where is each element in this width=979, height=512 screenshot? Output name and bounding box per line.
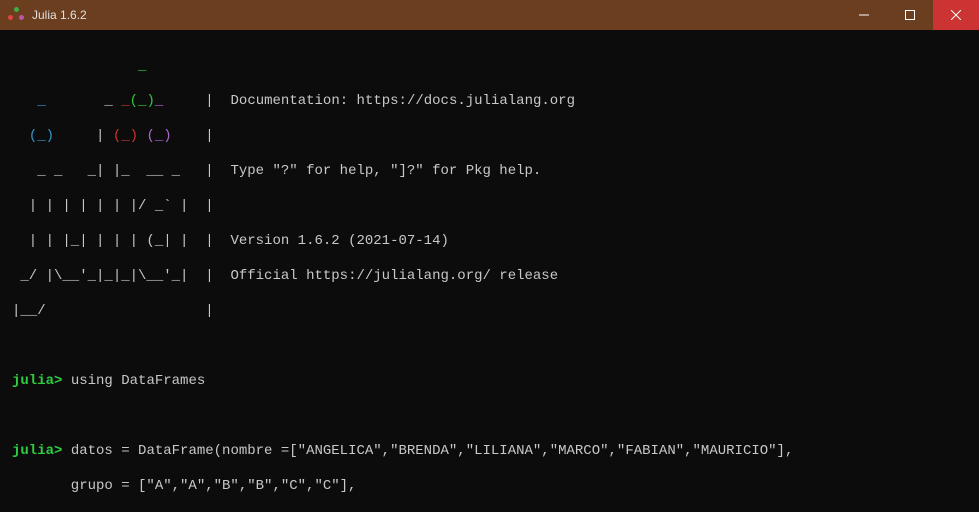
cmd-using: using DataFrames (71, 373, 205, 389)
banner-release: Official https://julialang.org/ release (230, 268, 558, 284)
window-title: Julia 1.6.2 (32, 8, 841, 22)
terminal-area[interactable]: _ _ _ _(_)_ | Documentation: https://doc… (0, 30, 979, 512)
cmd-dataframe: datos = DataFrame(nombre =["ANGELICA","B… (71, 443, 794, 459)
ascii-logo: _ (12, 58, 967, 76)
julia-icon (8, 7, 24, 23)
prompt: julia> (12, 373, 62, 389)
prompt: julia> (12, 443, 62, 459)
repl-line-2: julia> datos = DataFrame(nombre =["ANGEL… (12, 443, 967, 461)
window-controls (841, 0, 979, 30)
repl-line-1: julia> using DataFrames (12, 373, 967, 391)
banner-help: Type "?" for help, "]?" for Pkg help. (230, 163, 541, 179)
minimize-button[interactable] (841, 0, 887, 30)
banner-version: Version 1.6.2 (2021-07-14) (230, 233, 448, 249)
banner-doc: Documentation: https://docs.julialang.or… (231, 93, 575, 109)
close-button[interactable] (933, 0, 979, 30)
maximize-button[interactable] (887, 0, 933, 30)
titlebar: Julia 1.6.2 (0, 0, 979, 30)
cmd-dataframe-cont1: grupo = ["A","A","B","B","C","C"], (12, 478, 356, 494)
